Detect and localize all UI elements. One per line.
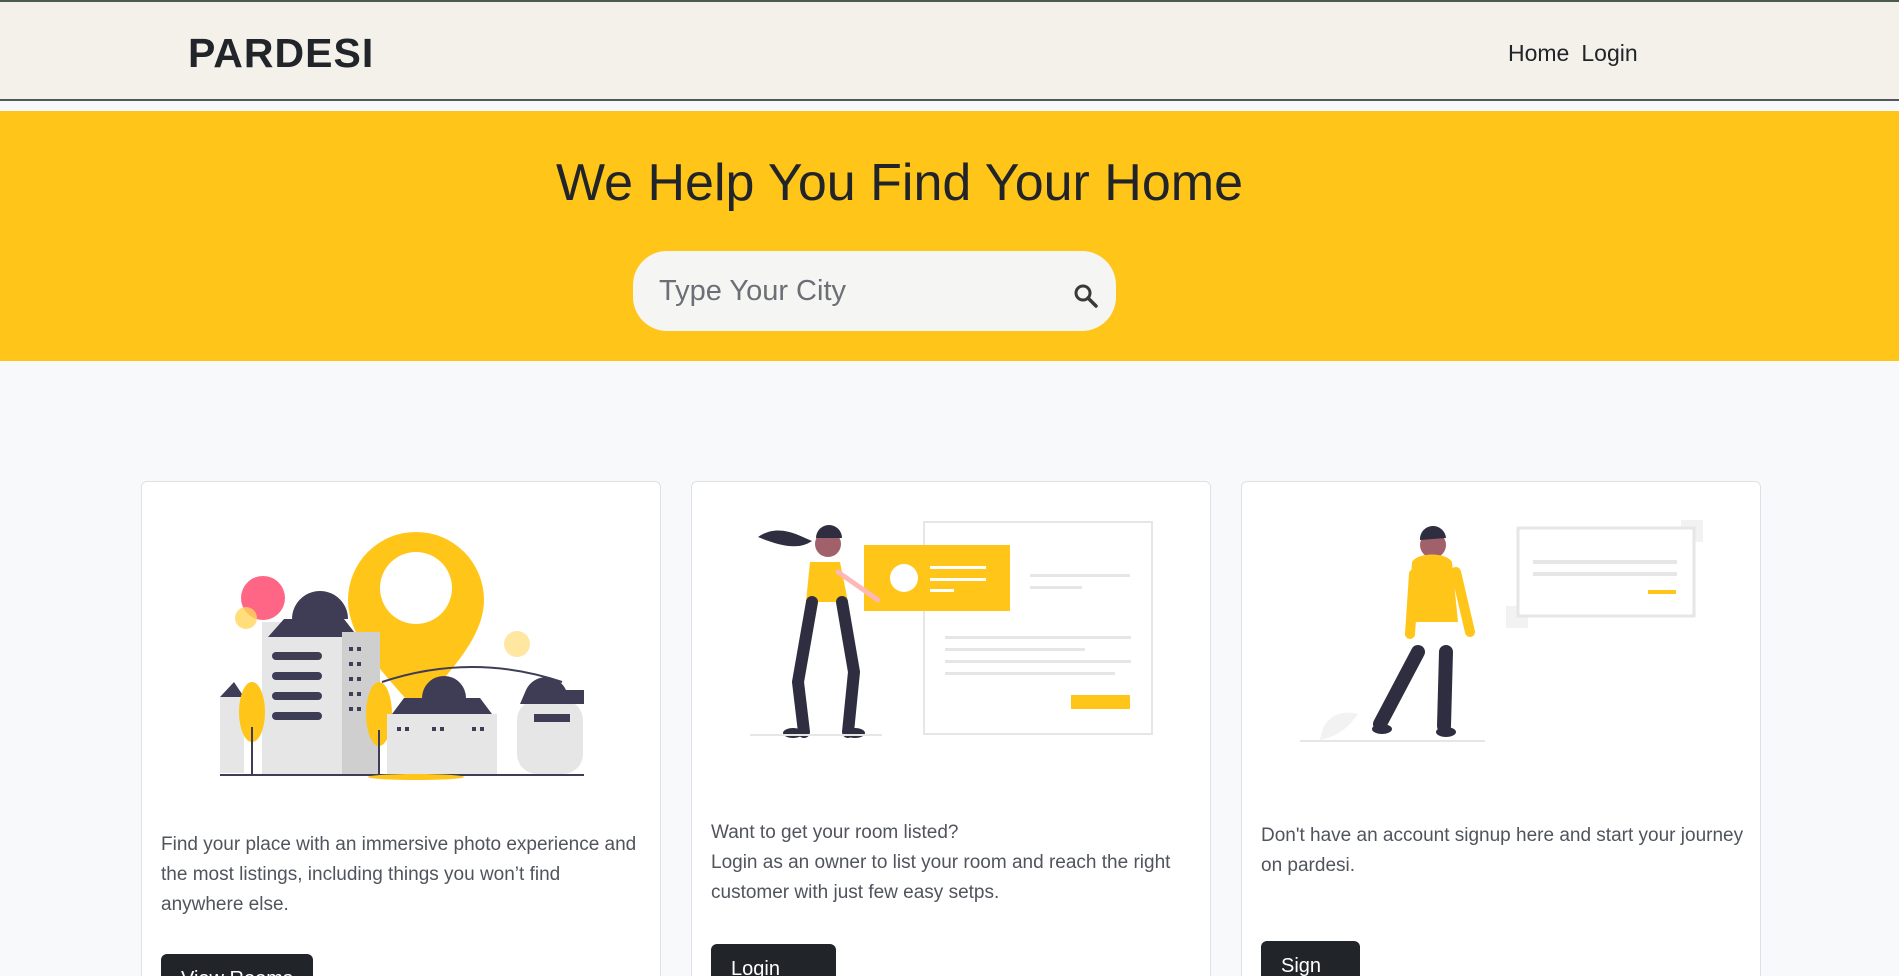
hero-banner: We Help You Find Your Home	[0, 111, 1899, 361]
login-button[interactable]: Login	[711, 944, 836, 976]
card-list-room: Want to get your room listed? Login as a…	[691, 481, 1211, 976]
navbar: PARDESI Home Login	[0, 2, 1899, 101]
brand-logo[interactable]: PARDESI	[188, 30, 374, 77]
card-view-rooms: Find your place with an immersive photo …	[141, 481, 661, 976]
card-description: Want to get your room listed? Login as a…	[711, 818, 1194, 908]
nav-link-home[interactable]: Home	[1508, 40, 1569, 67]
card-description: Find your place with an immersive photo …	[161, 834, 637, 915]
card-signup: Don't have an account signup here and st…	[1241, 481, 1761, 976]
card-text-line2: Login as an owner to list your room and …	[711, 852, 1171, 903]
nav-links: Home Login	[1508, 40, 1638, 67]
city-location-illustration	[220, 532, 584, 780]
hero-title: We Help You Find Your Home	[555, 154, 1244, 212]
card-description: Don't have an account signup here and st…	[1261, 825, 1744, 876]
sign-up-button[interactable]: Sign up	[1261, 941, 1360, 976]
view-rooms-button[interactable]: View Rooms	[161, 954, 313, 976]
man-walking-illustration	[1300, 520, 1703, 742]
search-icon[interactable]	[1073, 283, 1099, 309]
city-search-input[interactable]	[659, 268, 1039, 314]
woman-with-listing-card-illustration	[750, 521, 1153, 738]
search-box	[633, 251, 1116, 331]
card-text-line1: Want to get your room listed?	[711, 822, 959, 843]
nav-link-login[interactable]: Login	[1581, 40, 1637, 67]
